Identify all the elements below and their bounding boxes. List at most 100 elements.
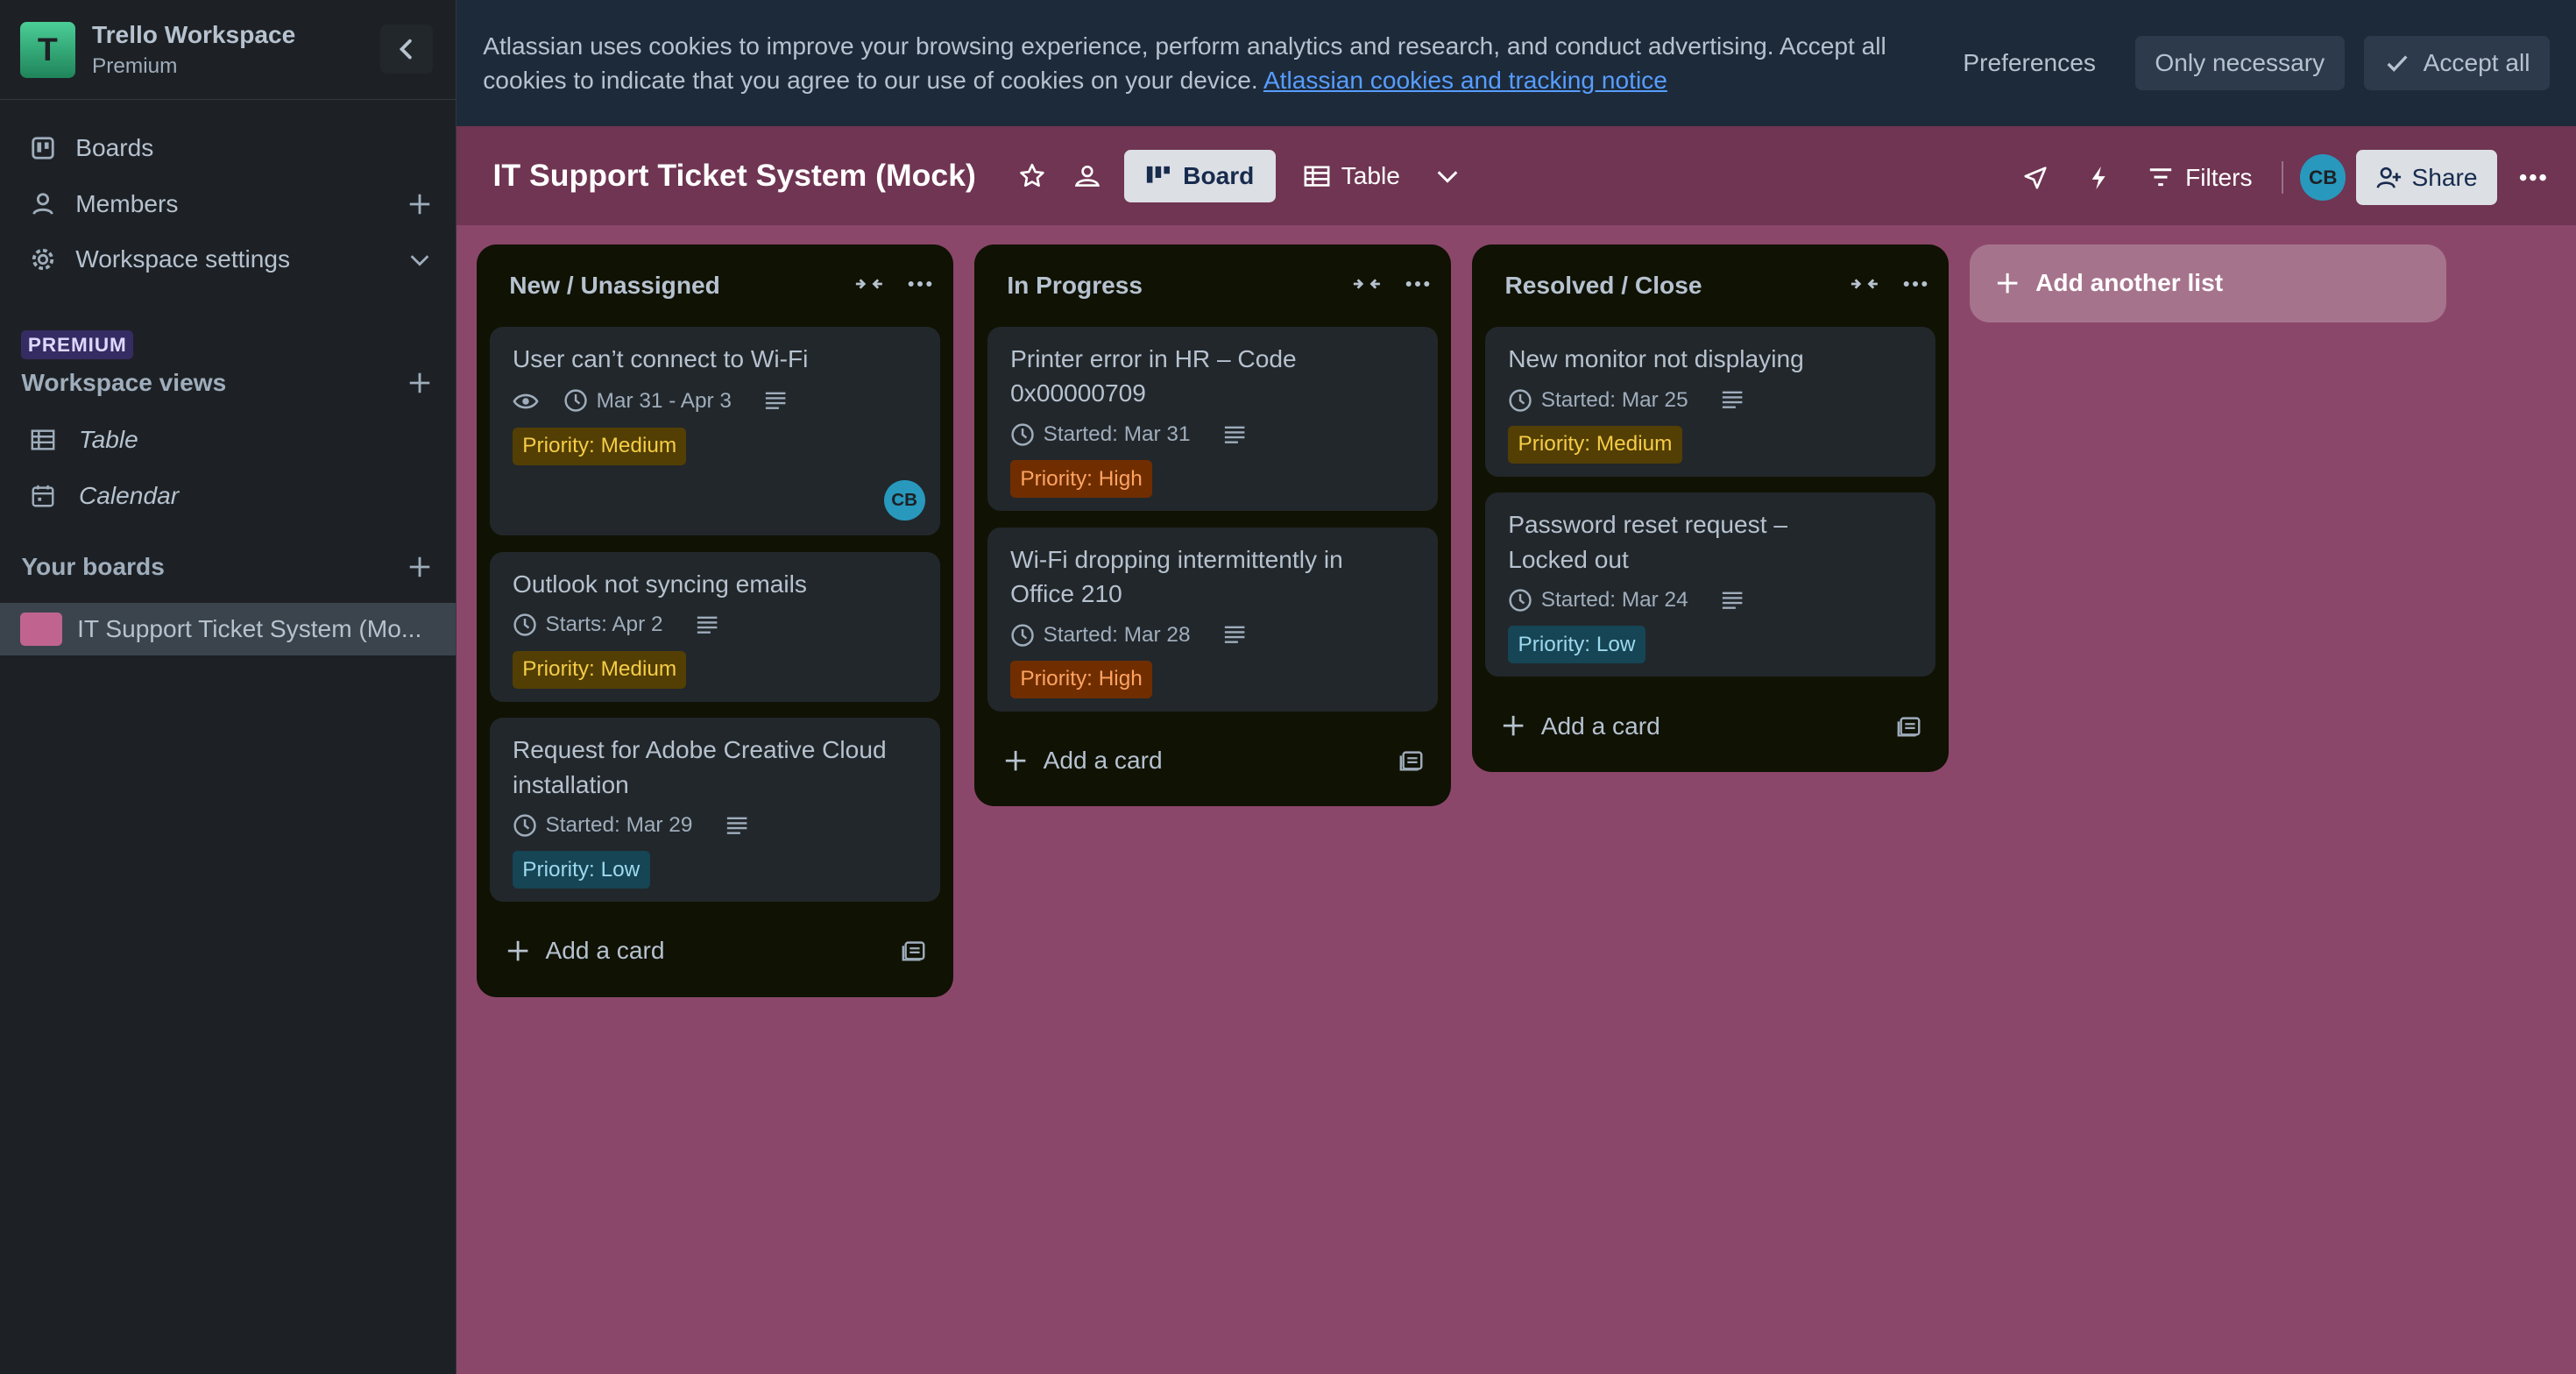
workspace-header: T Trello Workspace Premium [0,0,456,101]
automation-button[interactable] [2072,152,2125,204]
table-icon [31,429,55,450]
add-list-button[interactable]: Add another list [1970,244,2446,322]
card-title: Request for Adobe Creative Cloud install… [513,736,887,798]
your-boards-title: Your boards [0,543,456,590]
card-title: New monitor not displaying [1508,345,1804,372]
calendar-icon [32,485,54,507]
card-badges: Mar 31 - Apr 3 [513,388,916,414]
power-ups-button[interactable] [2009,152,2062,204]
card-member-avatar[interactable]: CB [883,479,925,521]
tab-table-view[interactable]: Table [1285,150,1419,202]
add-card-label: Add a card [1540,712,1660,740]
section-label: Workspace views [21,368,227,396]
list-header: New / Unassigned [477,244,953,327]
check-icon [2387,55,2408,73]
clock-icon [513,613,536,637]
card-template-icon[interactable] [1896,713,1922,740]
sidebar-item-board[interactable]: IT Support Ticket System (Mo... [0,602,456,655]
sidebar-item-settings[interactable]: Workspace settings [0,231,456,287]
list-in-progress[interactable]: In Progress Printer error in HR – Code 0… [973,244,1451,807]
card-template-icon[interactable] [901,938,927,964]
board-title[interactable]: IT Support Ticket System (Mock) [493,158,976,194]
visibility-button[interactable] [1061,150,1114,202]
card-badges: Started: Mar 29 [513,813,916,838]
collapse-sidebar-button[interactable] [380,25,433,74]
more-icon [2520,174,2547,181]
preferences-button[interactable]: Preferences [1943,36,2116,90]
tab-label: Board [1183,161,1255,189]
add-member-icon[interactable] [407,191,433,217]
add-view-icon[interactable] [407,370,433,396]
card[interactable]: Request for Adobe Creative Cloud install… [489,718,940,903]
workspace-name[interactable]: Trello Workspace [92,21,295,49]
list-title[interactable]: Resolved / Close [1505,272,1702,300]
collapse-list-icon[interactable] [1850,271,1879,297]
add-card-button[interactable]: Add a card [974,727,1451,793]
card-date: Started: Mar 28 [1043,622,1191,647]
description-icon [1723,591,1743,609]
add-card-button[interactable]: Add a card [477,918,953,984]
list-actions-icon[interactable] [907,271,933,297]
share-button[interactable]: Share [2355,149,2497,206]
collapse-list-icon[interactable] [854,271,884,297]
member-avatar[interactable]: CB [2299,154,2346,201]
workspace-logo[interactable]: T [19,21,76,78]
section-label: Your boards [21,552,165,580]
chevron-down-icon[interactable] [407,246,433,273]
board-view-icon [1146,166,1170,183]
accept-all-button[interactable]: Accept all [2364,36,2550,91]
sidebar-item-calendar-view[interactable]: Calendar [0,468,456,524]
sidebar-item-table-view[interactable]: Table [0,412,456,468]
clock-icon [1509,589,1532,612]
board-color-swatch [19,613,63,646]
card[interactable]: New monitor not displaying Started: Mar … [1485,327,1936,477]
cookie-notice-link[interactable]: Atlassian cookies and tracking notice [1263,67,1667,94]
list-new-unassigned[interactable]: New / Unassigned User can’t connect to W… [476,244,953,997]
sidebar-item-label: Calendar [79,482,180,509]
tab-board-view[interactable]: Board [1123,149,1276,202]
card[interactable]: User can’t connect to Wi-Fi Mar 31 - Apr… [489,327,940,536]
star-button[interactable] [1006,150,1058,202]
list-title[interactable]: New / Unassigned [509,272,720,300]
sidebar-item-members[interactable]: Members [0,176,456,232]
add-card-button[interactable]: Add a card [1472,693,1949,759]
sidebar-item-boards[interactable]: Boards [0,120,456,176]
board-menu-button[interactable] [2507,152,2559,204]
description-icon [766,392,786,410]
filters-label: Filters [2185,163,2253,191]
card[interactable]: Password reset request – Locked out Star… [1485,492,1936,677]
card-title: User can’t connect to Wi-Fi [513,345,809,372]
more-views-button[interactable] [1421,150,1474,202]
card[interactable]: Wi-Fi dropping intermittently in Office … [987,527,1438,712]
avatar-initials: CB [2308,166,2338,188]
card-date: Started: Mar 24 [1540,588,1688,613]
board-header: IT Support Ticket System (Mock) Board Ta… [456,126,2576,225]
card-date: Mar 31 - Apr 3 [596,388,732,413]
chevron-left-icon [399,39,412,60]
list-actions-icon[interactable] [1405,271,1431,297]
eye-icon [513,393,539,408]
filters-button[interactable]: Filters [2134,152,2266,204]
card[interactable]: Outlook not syncing emails Starts: Apr 2… [489,552,940,702]
list-actions-icon[interactable] [1902,271,1928,297]
cookie-text: Atlassian uses cookies to improve your b… [483,29,1896,98]
plus-icon [1998,273,2018,294]
card-title: Wi-Fi dropping intermittently in Office … [1010,545,1343,607]
card-date: Started: Mar 29 [545,813,693,838]
list-resolved-close[interactable]: Resolved / Close New monitor not display… [1472,244,1949,772]
gear-icon [32,249,53,271]
board-area: Atlassian uses cookies to improve your b… [456,0,2576,1374]
card-template-icon[interactable] [1398,747,1425,774]
workspace-plan: Premium [92,53,178,78]
plus-icon [1005,750,1025,771]
card[interactable]: Printer error in HR – Code 0x00000709 St… [987,327,1438,511]
add-card-label: Add a card [1043,746,1163,774]
only-necessary-button[interactable]: Only necessary [2134,36,2345,91]
table-icon [1304,166,1330,187]
card-date: Started: Mar 31 [1043,421,1191,446]
list-title[interactable]: In Progress [1007,272,1143,300]
workspace-visible-icon [1075,165,1100,187]
card-date: Started: Mar 25 [1540,387,1688,412]
collapse-list-icon[interactable] [1352,271,1382,297]
add-board-icon[interactable] [407,554,433,580]
